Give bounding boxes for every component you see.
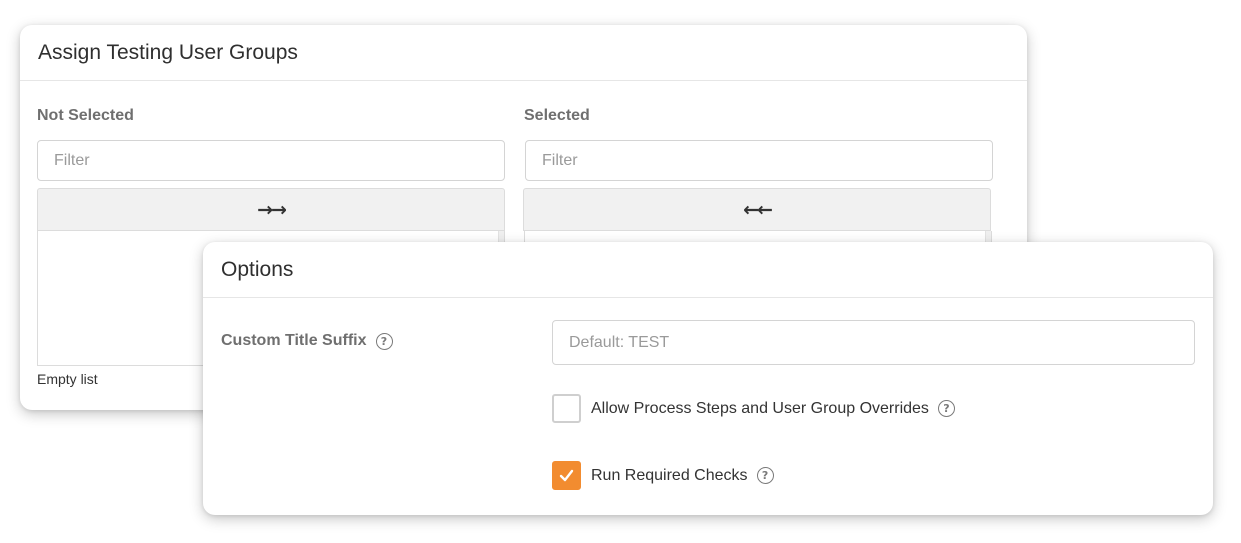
- double-arrow-right-icon: →→: [257, 198, 287, 221]
- checkmark-icon: [559, 469, 574, 482]
- custom-title-suffix-label-text: Custom Title Suffix: [221, 332, 367, 349]
- custom-title-suffix-input[interactable]: [552, 320, 1195, 365]
- selected-heading: Selected: [524, 107, 590, 124]
- custom-title-suffix-label: Custom Title Suffix ?: [221, 332, 393, 350]
- allow-overrides-row: Allow Process Steps and User Group Overr…: [552, 394, 955, 423]
- allow-overrides-checkbox[interactable]: [552, 394, 581, 423]
- move-all-left-button[interactable]: ←←: [523, 188, 991, 231]
- double-arrow-left-icon: ←←: [743, 198, 773, 221]
- help-circle-icon[interactable]: ?: [756, 467, 774, 484]
- selected-filter-input[interactable]: [525, 140, 993, 181]
- assign-user-groups-title: Assign Testing User Groups: [20, 25, 1027, 81]
- help-circle-icon[interactable]: ?: [937, 400, 955, 417]
- not-selected-empty-text: Empty list: [37, 371, 98, 387]
- move-all-right-button[interactable]: →→: [37, 188, 505, 231]
- options-panel: Options Custom Title Suffix ? Allow Proc…: [203, 242, 1213, 515]
- run-required-checks-checkbox[interactable]: [552, 461, 581, 490]
- help-circle-icon[interactable]: ?: [375, 332, 393, 350]
- run-required-checks-label[interactable]: Run Required Checks: [591, 467, 748, 485]
- not-selected-filter-input[interactable]: [37, 140, 505, 181]
- allow-overrides-label[interactable]: Allow Process Steps and User Group Overr…: [591, 400, 929, 418]
- run-required-checks-row: Run Required Checks ?: [552, 461, 774, 490]
- options-title: Options: [203, 242, 1213, 298]
- not-selected-heading: Not Selected: [37, 107, 134, 124]
